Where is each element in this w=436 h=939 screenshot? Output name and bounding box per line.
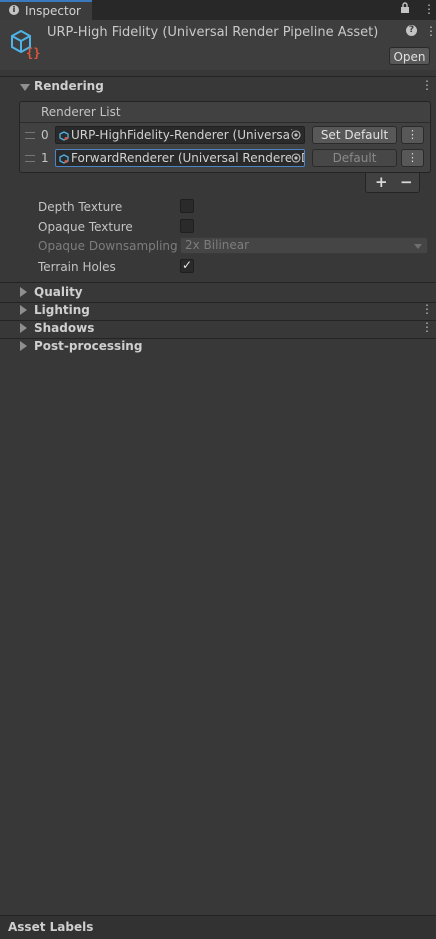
renderer-name: URP-HighFidelity-Renderer (Universal	[71, 128, 294, 142]
renderer-asset-icon	[59, 153, 69, 164]
empty-area	[0, 355, 436, 915]
section-quality-title: Quality	[34, 285, 83, 299]
inspector-header: {} URP-High Fidelity (Universal Render P…	[0, 20, 436, 70]
section-menu-icon[interactable]: ⋮	[421, 302, 433, 316]
remove-button[interactable]: −	[400, 173, 413, 191]
drag-handle-icon[interactable]	[25, 132, 35, 139]
row-menu-icon[interactable]: ⋮	[401, 149, 424, 167]
expand-arrow-icon[interactable]	[20, 323, 27, 333]
section-menu-icon[interactable]: ⋮	[421, 78, 433, 92]
header-menu-icon[interactable]: ⋮	[425, 24, 436, 38]
opaque-downsampling-dropdown: 2x Bilinear	[180, 237, 428, 254]
tab-inspector-label: Inspector	[25, 4, 81, 18]
row-index: 0	[41, 128, 49, 142]
expand-arrow-icon[interactable]	[20, 287, 27, 297]
terrain-holes-label: Terrain Holes	[38, 260, 116, 274]
opaque-texture-label: Opaque Texture	[38, 220, 133, 234]
section-rendering-title: Rendering	[34, 79, 104, 93]
renderer-name: ForwardRenderer (Universal Renderer D	[71, 151, 305, 165]
renderer-list-header: Renderer List	[20, 102, 430, 123]
chevron-down-icon	[414, 244, 422, 249]
section-quality[interactable]: Quality	[0, 284, 436, 302]
open-button[interactable]: Open	[389, 47, 430, 65]
tab-bar: i Inspector ⋮	[0, 0, 436, 20]
divider	[0, 76, 436, 77]
page-title: URP-High Fidelity (Universal Render Pipe…	[47, 25, 379, 40]
opaque-downsampling-label: Opaque Downsampling	[38, 239, 178, 253]
object-picker-icon[interactable]	[291, 130, 301, 140]
renderer-list: Renderer List 0 URP-HighFidelity-Rendere…	[19, 101, 431, 173]
depth-texture-checkbox[interactable]	[180, 199, 194, 213]
section-rendering[interactable]: Rendering ⋮	[0, 78, 436, 96]
section-lighting-title: Lighting	[34, 303, 90, 317]
info-icon: i	[9, 5, 19, 15]
row-menu-icon[interactable]: ⋮	[401, 126, 424, 144]
terrain-holes-checkbox[interactable]: ✓	[180, 258, 194, 273]
asset-labels-bar[interactable]: Asset Labels	[0, 915, 436, 939]
depth-texture-label: Depth Texture	[38, 200, 123, 214]
section-shadows[interactable]: Shadows ⋮	[0, 320, 436, 338]
renderer-asset-icon	[59, 130, 69, 141]
renderer-object-field[interactable]: ForwardRenderer (Universal Renderer D	[55, 149, 305, 167]
checkmark-icon: ✓	[182, 258, 193, 272]
asset-labels-title: Asset Labels	[8, 920, 94, 934]
section-lighting[interactable]: Lighting ⋮	[0, 302, 436, 320]
section-post-processing[interactable]: Post-processing	[0, 338, 436, 356]
tab-inspector[interactable]: i Inspector	[0, 0, 92, 20]
lock-icon[interactable]	[400, 2, 410, 17]
list-item: 0 URP-HighFidelity-Renderer (Universal S…	[20, 125, 430, 147]
drag-handle-icon[interactable]	[25, 155, 35, 162]
help-icon[interactable]: ?	[406, 25, 417, 36]
list-footer: + −	[365, 173, 420, 193]
row-index: 1	[41, 151, 49, 165]
divider	[0, 282, 436, 283]
add-button[interactable]: +	[375, 173, 388, 191]
expand-arrow-icon[interactable]	[20, 305, 27, 315]
default-button: Default	[312, 149, 397, 167]
dropdown-value: 2x Bilinear	[185, 238, 250, 252]
tab-menu-icon[interactable]: ⋮	[423, 2, 435, 16]
renderer-object-field[interactable]: URP-HighFidelity-Renderer (Universal	[55, 126, 305, 144]
section-menu-icon[interactable]: ⋮	[421, 320, 433, 334]
opaque-texture-checkbox[interactable]	[180, 219, 194, 233]
svg-text:{}: {}	[26, 46, 40, 60]
section-post-processing-title: Post-processing	[34, 339, 143, 353]
list-item: 1 ForwardRenderer (Universal Renderer D …	[20, 148, 430, 170]
section-shadows-title: Shadows	[34, 321, 95, 335]
renderer-list-title: Renderer List	[41, 105, 121, 119]
expand-arrow-icon[interactable]	[20, 84, 30, 91]
object-picker-icon[interactable]	[291, 153, 301, 163]
expand-arrow-icon[interactable]	[20, 341, 27, 351]
set-default-button[interactable]: Set Default	[312, 126, 397, 144]
pipeline-asset-icon: {}	[8, 26, 42, 60]
